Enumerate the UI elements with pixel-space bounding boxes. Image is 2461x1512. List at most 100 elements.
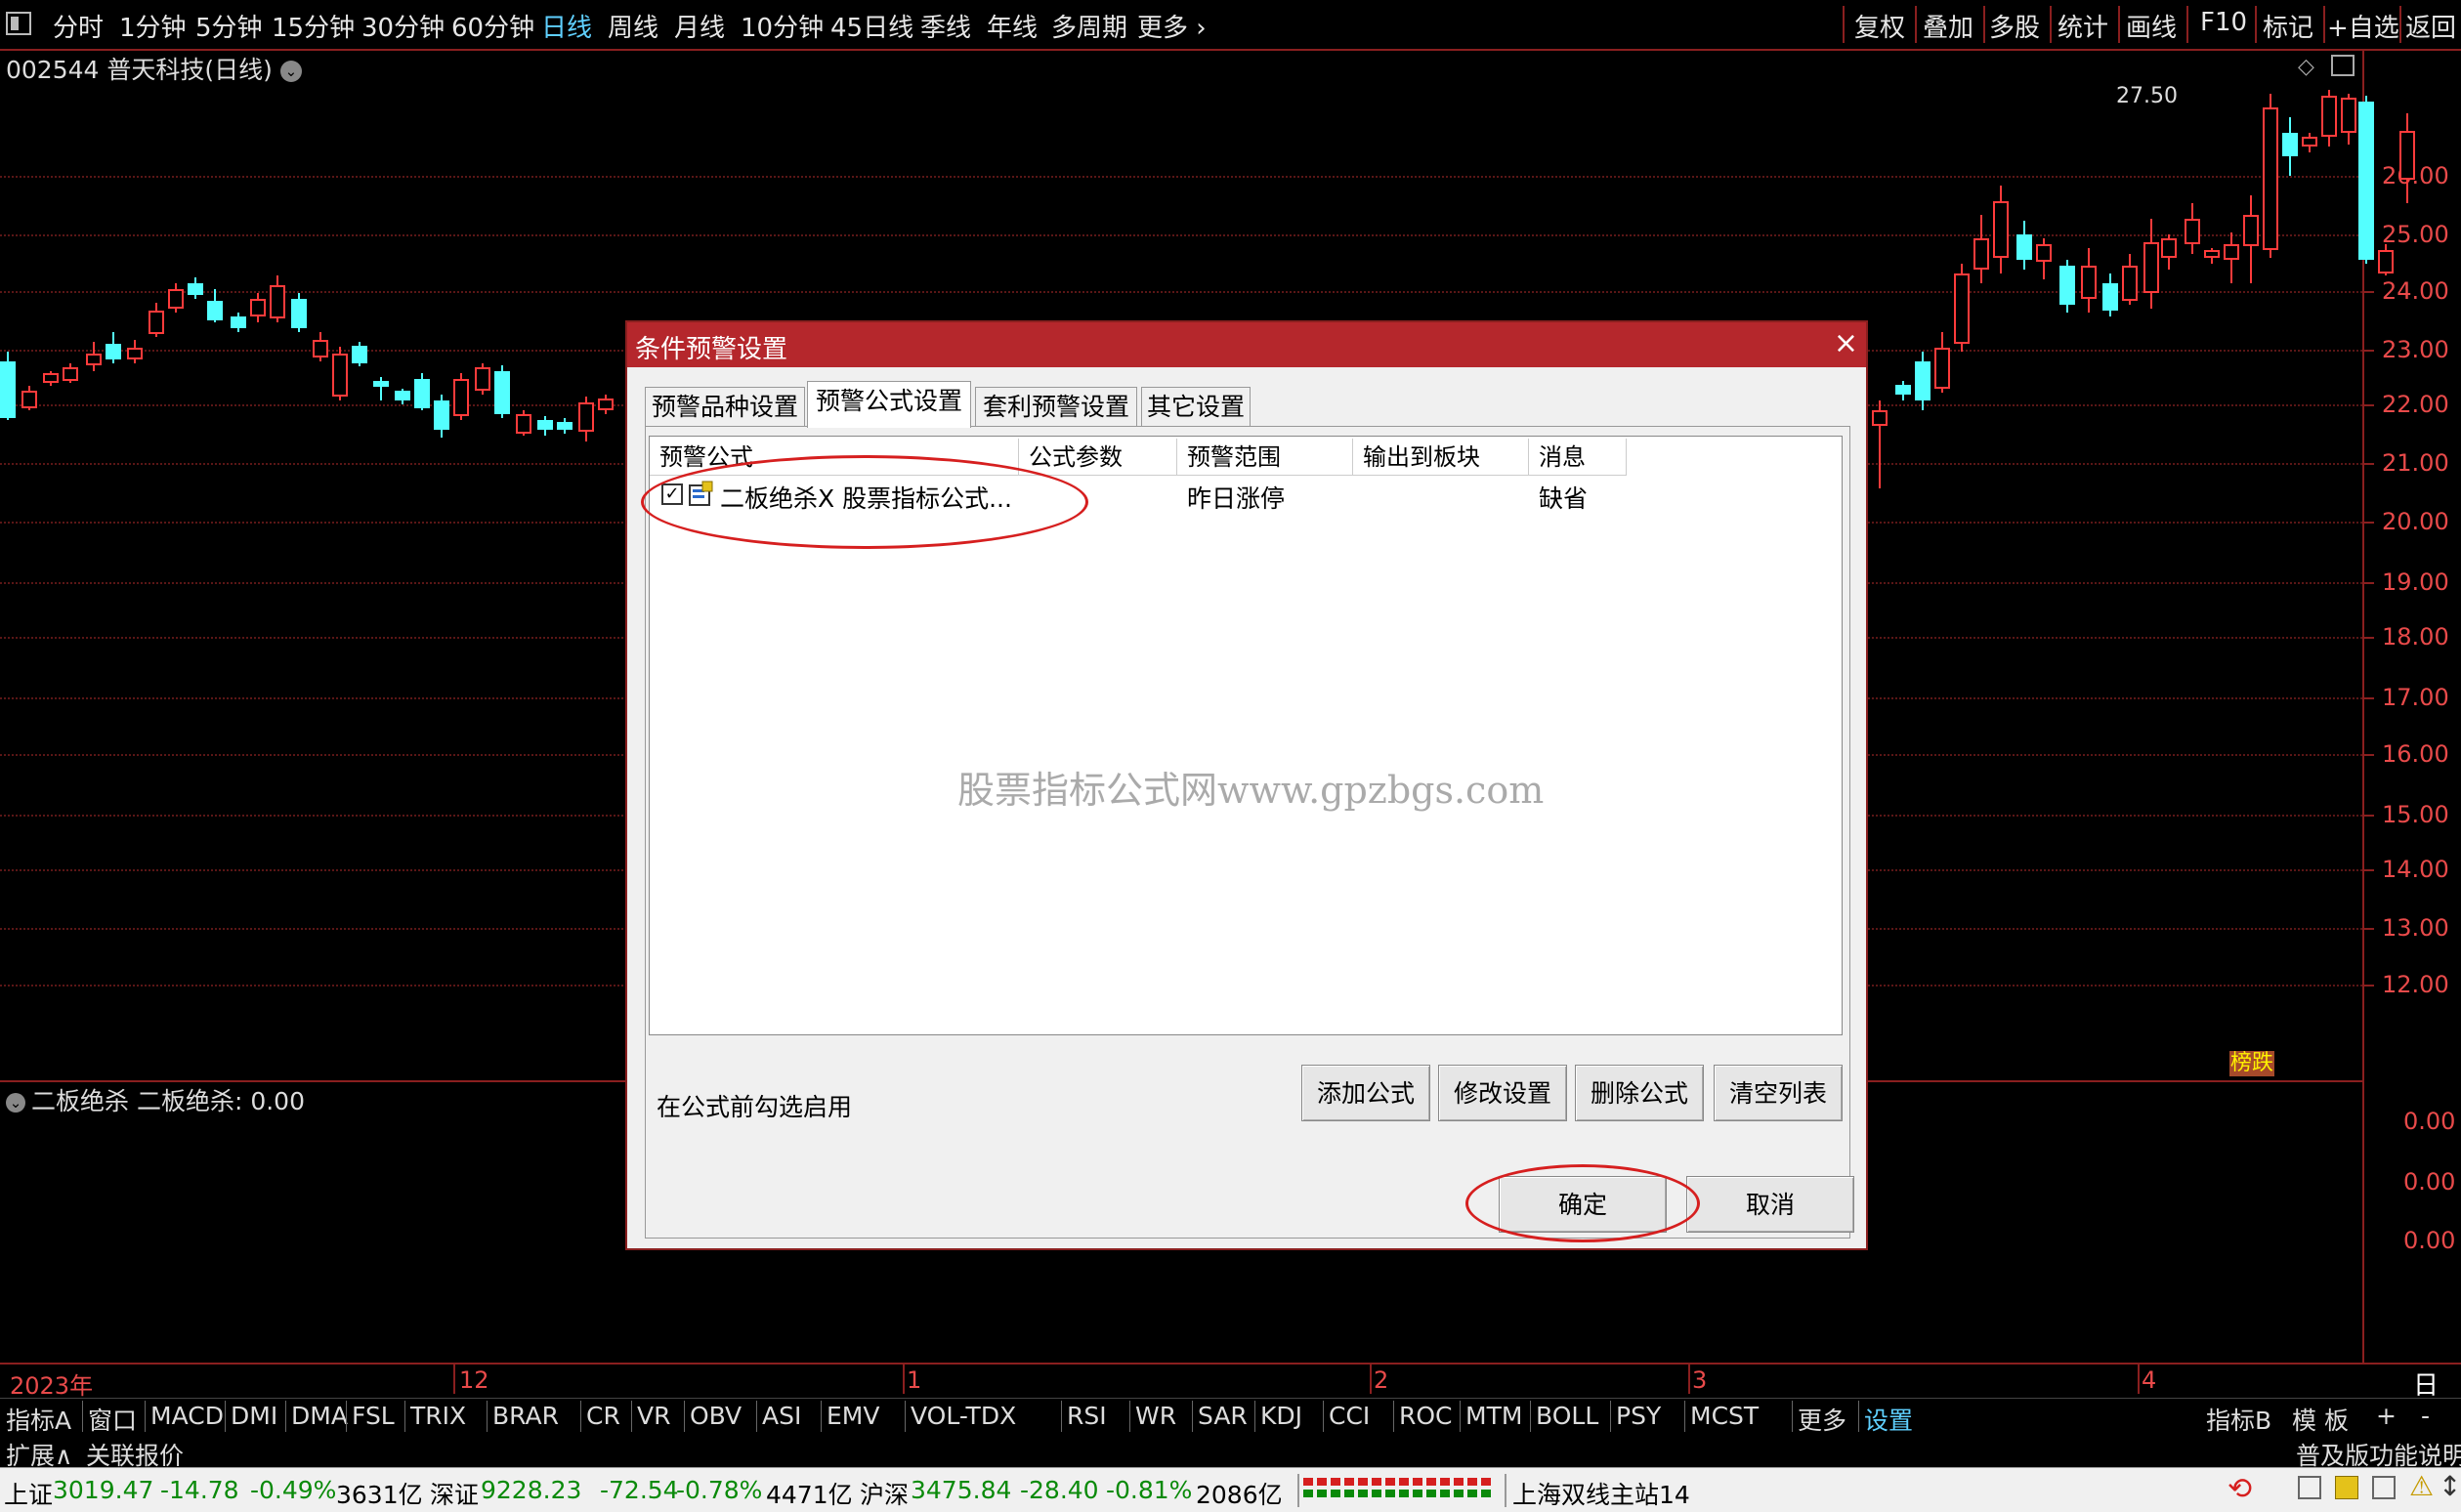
price-label: 21.00 xyxy=(2382,449,2449,477)
tab-formula-settings[interactable]: 预警公式设置 xyxy=(807,381,971,428)
indicator-tab[interactable]: EMV xyxy=(827,1402,879,1430)
indicator-tab[interactable]: BRAR xyxy=(492,1402,559,1430)
indicator-tab[interactable]: RSI xyxy=(1067,1402,1107,1430)
btn-add-watchlist[interactable]: +自选 xyxy=(2327,8,2399,44)
tf-multi[interactable]: 多周期 xyxy=(1051,8,1127,44)
dialog-titlebar[interactable]: 条件预警设置 × xyxy=(627,322,1866,367)
panel-toggle-icon[interactable] xyxy=(2331,55,2355,76)
indicator-tab[interactable]: VR xyxy=(637,1402,670,1430)
indicator-tab[interactable]: 指标A xyxy=(6,1402,71,1437)
candle xyxy=(231,316,246,328)
indicator-tab[interactable]: MTM xyxy=(1465,1402,1522,1430)
indicator-right-button[interactable]: - xyxy=(2421,1402,2430,1430)
refresh-icon[interactable]: ⟲ xyxy=(2228,1472,2252,1506)
candle xyxy=(434,400,449,430)
indicator-tab[interactable]: PSY xyxy=(1616,1402,1661,1430)
tab-other-settings[interactable]: 其它设置 xyxy=(1141,387,1251,426)
btn-fuquan[interactable]: 复权 xyxy=(1854,8,1905,44)
window-toggle-icon[interactable] xyxy=(6,12,31,35)
price-label: 25.00 xyxy=(2382,221,2449,248)
candle xyxy=(250,299,266,316)
btn-diejia[interactable]: 叠加 xyxy=(1923,8,1973,44)
indicator-tab[interactable]: DMI xyxy=(231,1402,277,1430)
indicator-tab[interactable]: OBV xyxy=(690,1402,742,1430)
indicator-tab[interactable]: WR xyxy=(1135,1402,1176,1430)
cancel-button[interactable]: 取消 xyxy=(1686,1176,1854,1233)
indicator-tab[interactable]: FSL xyxy=(352,1402,395,1430)
diamond-icon[interactable]: ◇ xyxy=(2298,55,2314,79)
indicator-right-button[interactable]: + xyxy=(2376,1402,2397,1430)
tf-quarterly[interactable]: 季线 xyxy=(920,8,971,44)
indicator-tab[interactable]: VOL-TDX xyxy=(911,1402,1016,1430)
btn-tongji[interactable]: 统计 xyxy=(2058,8,2108,44)
tf-fenshi[interactable]: 分时 xyxy=(53,8,104,44)
clear-list-button[interactable]: 清空列表 xyxy=(1714,1065,1843,1121)
tf-10min[interactable]: 10分钟 xyxy=(741,8,824,44)
price-label: 24.00 xyxy=(2382,277,2449,305)
indicator-tab[interactable]: ASI xyxy=(762,1402,801,1430)
candle xyxy=(86,354,102,365)
indicator-tab[interactable]: 设置 xyxy=(1864,1402,1913,1437)
tab-arbitrage-settings[interactable]: 套利预警设置 xyxy=(975,387,1137,426)
coin-icon[interactable] xyxy=(2335,1476,2358,1499)
tf-yearly[interactable]: 年线 xyxy=(987,8,1038,44)
watermark-text: 股票指标公式网www.gpzbgs.com xyxy=(957,769,1545,812)
tf-30min[interactable]: 30分钟 xyxy=(361,8,445,44)
modify-settings-button[interactable]: 修改设置 xyxy=(1438,1065,1567,1121)
tf-daily[interactable]: 日线 xyxy=(541,8,592,44)
candle xyxy=(2341,98,2356,133)
tf-monthly[interactable]: 月线 xyxy=(674,8,725,44)
warning-icon[interactable]: ⚠ xyxy=(2409,1470,2434,1502)
indicator-right-button[interactable]: 指标B xyxy=(2206,1402,2271,1437)
add-formula-button[interactable]: 添加公式 xyxy=(1301,1065,1430,1121)
tf-45day[interactable]: 45日线 xyxy=(830,8,913,44)
tf-weekly[interactable]: 周线 xyxy=(608,8,658,44)
candle xyxy=(207,301,223,320)
tf-5min[interactable]: 5分钟 xyxy=(195,8,263,44)
btn-duogu[interactable]: 多股 xyxy=(1989,8,2040,44)
indicator-tab[interactable]: MCST xyxy=(1690,1402,1759,1430)
add-formula-label: 添加公式 xyxy=(1316,1079,1415,1108)
btn-back[interactable]: 返回 xyxy=(2405,8,2456,44)
candle xyxy=(106,344,121,359)
close-icon[interactable]: × xyxy=(1834,326,1858,360)
btn-huaxian[interactable]: 画线 xyxy=(2126,8,2177,44)
server-name[interactable]: 上海双线主站14 xyxy=(1512,1476,1690,1511)
indicator-tab[interactable]: SAR xyxy=(1198,1402,1248,1430)
arrows-icon[interactable]: ↕ xyxy=(2439,1470,2461,1502)
candle xyxy=(168,289,184,309)
col-range[interactable]: 预警范围 xyxy=(1177,439,1353,476)
tf-more[interactable]: 更多 › xyxy=(1137,8,1207,44)
tf-1min[interactable]: 1分钟 xyxy=(119,8,187,44)
candle xyxy=(373,381,389,387)
indicator-axis-value: 0.00 xyxy=(2403,1168,2456,1196)
indicator-tab[interactable]: MACD xyxy=(150,1402,224,1430)
window-icon[interactable] xyxy=(2372,1476,2396,1499)
indicator-tab[interactable]: CR xyxy=(586,1402,620,1430)
layout-icon[interactable] xyxy=(2298,1476,2321,1499)
price-label: 12.00 xyxy=(2382,971,2449,998)
tf-60min[interactable]: 60分钟 xyxy=(451,8,534,44)
rise-fall-badge[interactable]: 榜跌 xyxy=(2229,1051,2274,1076)
indicator-tab[interactable]: TRIX xyxy=(410,1402,466,1430)
indicator-tab[interactable]: DMA xyxy=(291,1402,348,1430)
indicator-tab[interactable]: CCI xyxy=(1329,1402,1370,1430)
tab-symbol-settings[interactable]: 预警品种设置 xyxy=(645,387,805,426)
col-params[interactable]: 公式参数 xyxy=(1019,439,1177,476)
btn-biaoji[interactable]: 标记 xyxy=(2263,8,2313,44)
indicator-tab[interactable]: 窗口 xyxy=(88,1402,137,1437)
btn-f10[interactable]: F10 xyxy=(2200,8,2247,37)
indicator-right-button[interactable]: 模 板 xyxy=(2292,1402,2349,1437)
tf-15min[interactable]: 15分钟 xyxy=(272,8,355,44)
delete-formula-button[interactable]: 删除公式 xyxy=(1575,1065,1704,1121)
candle xyxy=(453,379,469,416)
indicator-tab[interactable]: ROC xyxy=(1399,1402,1453,1430)
indicator-tab[interactable]: KDJ xyxy=(1260,1402,1302,1430)
indicator-tab[interactable]: BOLL xyxy=(1536,1402,1598,1430)
chevron-down-icon[interactable]: ⌄ xyxy=(279,61,302,82)
col-output-block[interactable]: 输出到板块 xyxy=(1353,439,1529,476)
col-message[interactable]: 消息 xyxy=(1529,439,1627,476)
chevron-down-icon[interactable]: ⌄ xyxy=(6,1093,25,1113)
price-label: 13.00 xyxy=(2382,914,2449,942)
indicator-tab[interactable]: 更多 xyxy=(1798,1402,1846,1437)
